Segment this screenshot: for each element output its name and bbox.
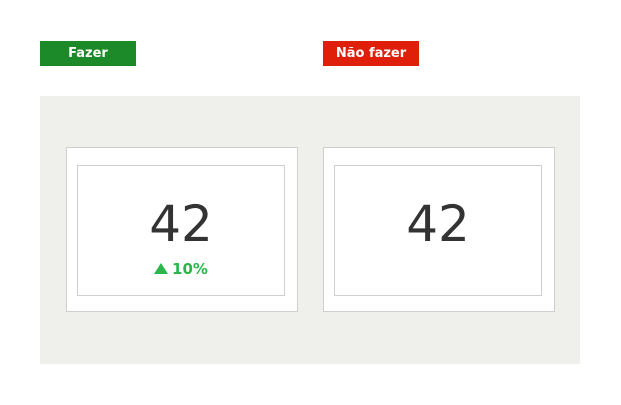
dont-metric-value: 42 bbox=[406, 195, 470, 253]
do-label: Fazer bbox=[40, 41, 136, 66]
example-panel: 42 10% 42 bbox=[40, 96, 580, 364]
dont-metric-widget: 42 bbox=[334, 165, 542, 296]
do-metric-widget: 42 10% bbox=[77, 165, 285, 296]
dont-example-card: 42 bbox=[323, 147, 555, 312]
delta-text: 10% bbox=[172, 260, 208, 278]
do-example-card: 42 10% bbox=[66, 147, 298, 312]
dont-label: Não fazer bbox=[323, 41, 419, 66]
do-metric-delta: 10% bbox=[78, 259, 284, 279]
up-triangle-icon bbox=[154, 263, 169, 274]
do-metric-value: 42 bbox=[149, 195, 213, 253]
